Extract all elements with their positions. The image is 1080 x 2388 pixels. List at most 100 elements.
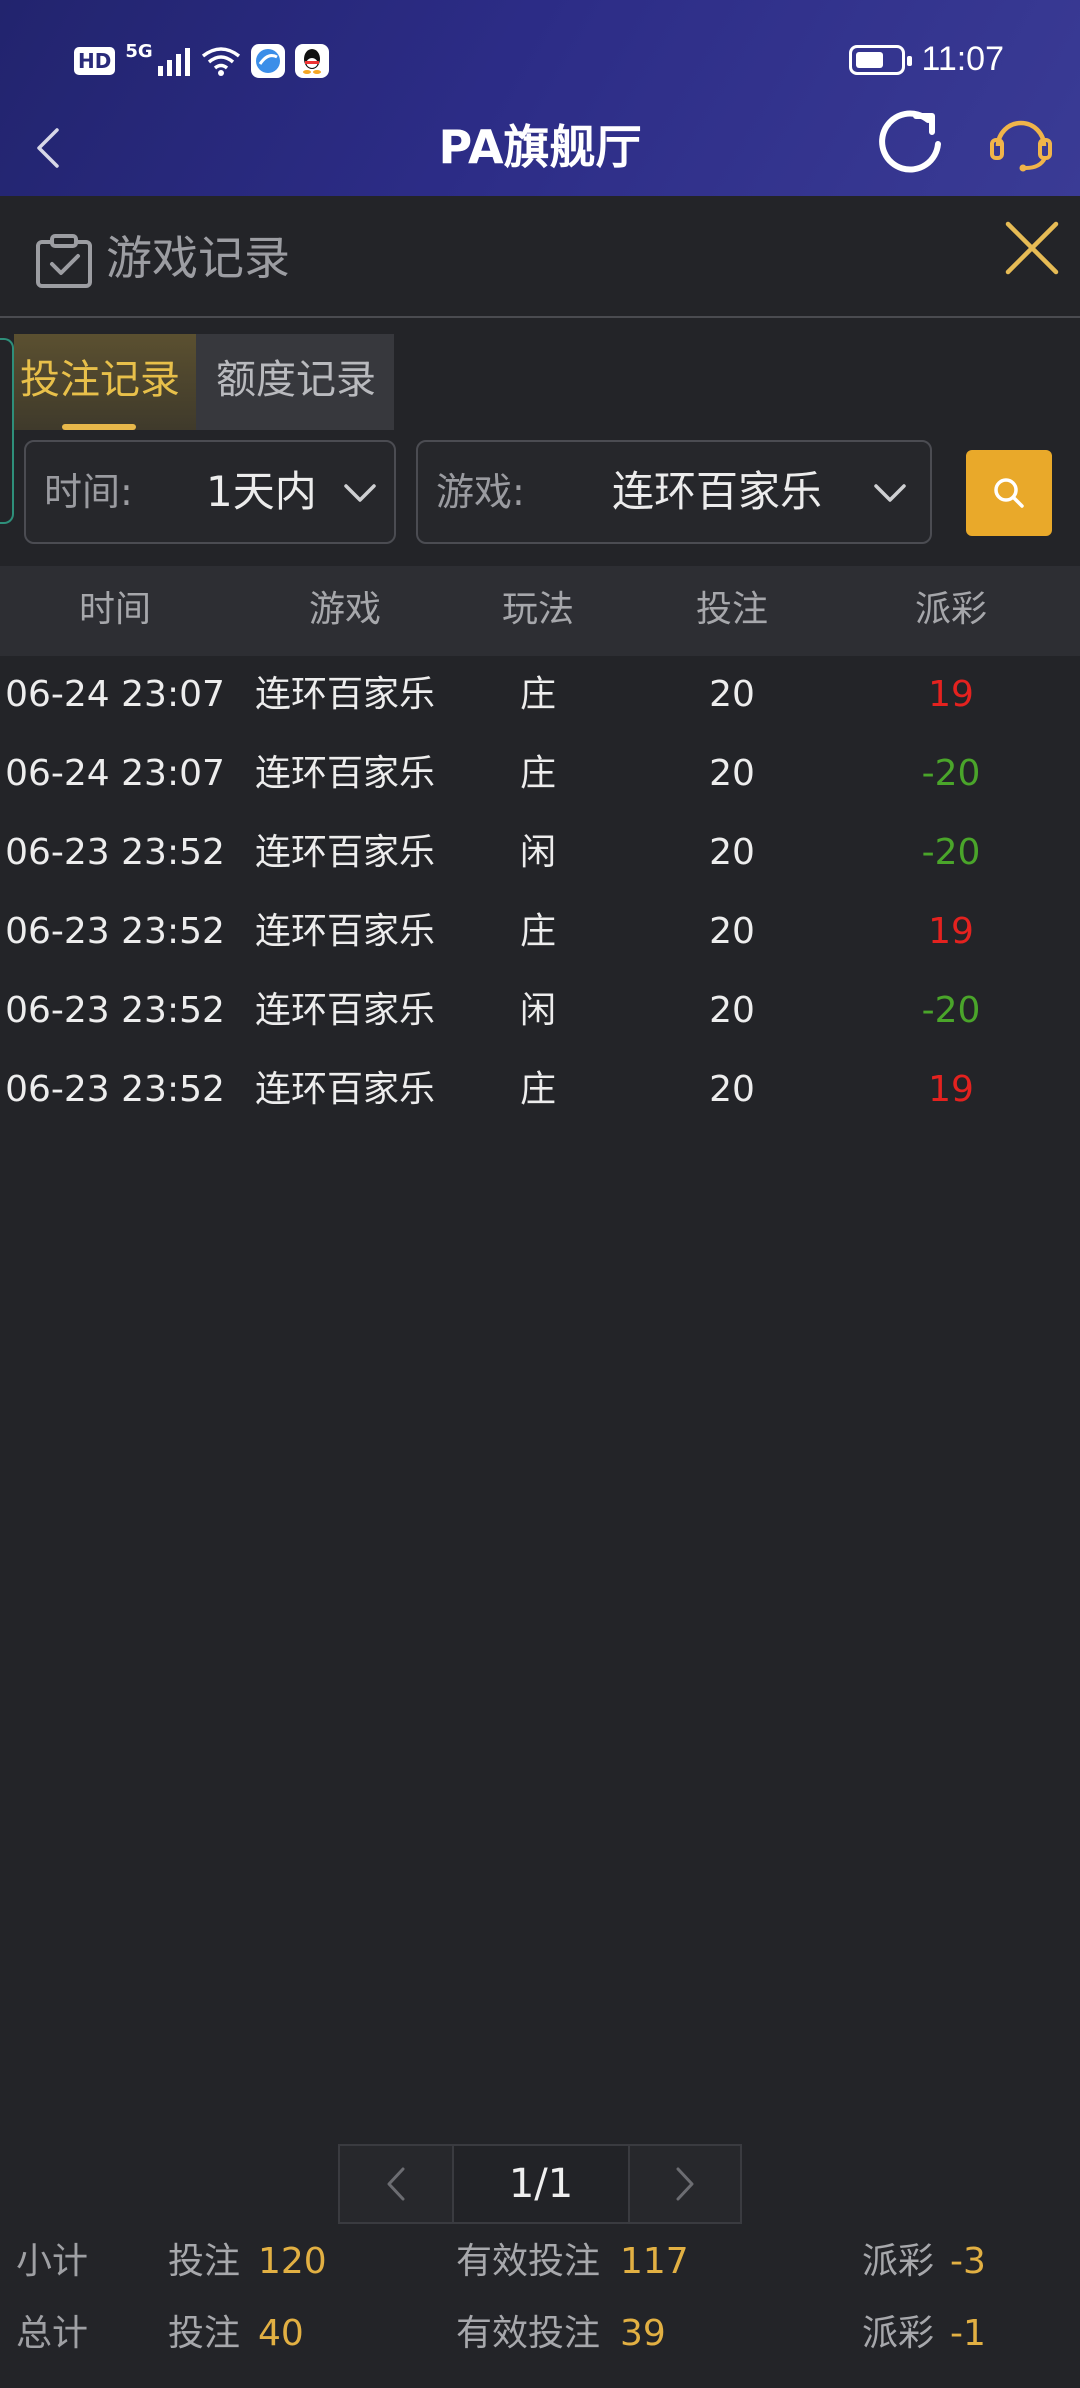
total-bet-value: 40 [258, 2313, 304, 2354]
cell-game: 连环百家乐 [254, 674, 435, 715]
cell-payout: -20 [921, 832, 981, 873]
cell-payout: -20 [921, 753, 981, 794]
column-header-bet: 投注 [695, 589, 768, 630]
refresh-button[interactable] [876, 106, 946, 178]
cell-game: 连环百家乐 [254, 1069, 435, 1110]
table-row: 06-24 23:07 连环百家乐 庄 20 -20 [0, 735, 1080, 814]
records-table-body: 06-24 23:07 连环百家乐 庄 20 19 06-24 23:07 连环… [0, 656, 1080, 1130]
subtotal-bet-value: 120 [258, 2241, 327, 2282]
customer-service-button[interactable] [988, 110, 1054, 174]
table-row: 06-23 23:52 连环百家乐 庄 20 19 [0, 893, 1080, 972]
cell-time: 06-23 23:52 [5, 911, 225, 952]
cell-bet: 20 [709, 990, 755, 1031]
tab-bet-records[interactable]: 投注记录 [14, 334, 196, 430]
close-button[interactable] [1000, 216, 1064, 280]
time-filter-select[interactable]: 时间: 1天内 [24, 440, 396, 544]
cell-payout: -20 [921, 990, 981, 1031]
cell-payout: 19 [928, 911, 974, 952]
subtotal-label: 小计 [16, 2241, 89, 2282]
cell-time: 06-24 23:07 [5, 753, 225, 794]
time-filter-label: 时间: [44, 470, 133, 514]
game-filter-label: 游戏: [436, 470, 525, 514]
refresh-icon [879, 110, 941, 173]
cell-play: 庄 [519, 674, 556, 715]
cell-play: 庄 [519, 753, 556, 794]
record-tabs: 投注记录 额度记录 [14, 334, 394, 430]
cell-bet: 20 [709, 832, 755, 873]
headset-icon [990, 120, 1052, 172]
cell-play: 闲 [519, 990, 556, 1031]
cell-game: 连环百家乐 [254, 990, 435, 1031]
subtotal-valid-value: 117 [620, 2241, 689, 2282]
total-payout-value: -1 [950, 2313, 986, 2354]
chevron-left-icon [387, 2167, 405, 2201]
total-row: 总计 投注 40 有效投注 39 派彩 -1 [0, 2298, 1080, 2370]
search-icon [994, 478, 1024, 508]
column-header-time: 时间 [78, 589, 151, 630]
chevron-down-icon [874, 484, 906, 502]
cell-bet: 20 [709, 753, 755, 794]
column-header-game: 游戏 [308, 589, 381, 630]
table-row: 06-23 23:52 连环百家乐 庄 20 19 [0, 1051, 1080, 1130]
total-valid-value: 39 [620, 2313, 666, 2354]
table-row: 06-23 23:52 连环百家乐 闲 20 -20 [0, 972, 1080, 1051]
total-payout-label: 派彩 [862, 2313, 935, 2354]
total-label: 总计 [16, 2313, 89, 2354]
cell-game: 连环百家乐 [254, 832, 435, 873]
search-button[interactable] [966, 450, 1052, 536]
cell-play: 庄 [519, 911, 556, 952]
section-header: 游戏记录 [0, 196, 1080, 318]
cell-game: 连环百家乐 [254, 911, 435, 952]
clipboard-check-icon [36, 234, 92, 288]
cell-time: 06-23 23:52 [5, 990, 225, 1031]
cell-bet: 20 [709, 911, 755, 952]
tab-credit-records[interactable]: 额度记录 [196, 334, 394, 430]
subtotal-valid-label: 有效投注 [456, 2241, 601, 2282]
subtotal-payout-value: -3 [950, 2241, 986, 2282]
battery-icon [849, 44, 913, 75]
total-bet-label: 投注 [168, 2313, 241, 2354]
table-row: 06-24 23:07 连环百家乐 庄 20 19 [0, 656, 1080, 735]
next-page-button[interactable] [628, 2144, 742, 2224]
subtotal-bet-label: 投注 [168, 2241, 241, 2282]
cell-bet: 20 [709, 674, 755, 715]
cell-play: 庄 [519, 1069, 556, 1110]
browser-app-icon [250, 44, 285, 78]
table-row: 06-23 23:52 连环百家乐 闲 20 -20 [0, 814, 1080, 893]
game-filter-value: 连环百家乐 [612, 467, 823, 516]
cell-time: 06-23 23:52 [5, 832, 225, 873]
side-drawer-handle[interactable] [0, 338, 14, 524]
table-header: 时间 游戏 玩法 投注 派彩 [0, 566, 1080, 656]
app-header: HD 5G 11:07 PA旗舰厅 [0, 0, 1080, 196]
signal-icon [157, 48, 190, 76]
time-filter-value: 1天内 [206, 467, 317, 516]
total-valid-label: 有效投注 [456, 2313, 601, 2354]
cell-time: 06-23 23:52 [5, 1069, 225, 1110]
clock: 11:07 [921, 40, 1004, 78]
close-icon [1005, 221, 1059, 275]
cell-time: 06-24 23:07 [5, 674, 225, 715]
battery-level [856, 51, 884, 68]
cell-bet: 20 [709, 1069, 755, 1110]
section-title: 游戏记录 [106, 231, 290, 285]
prev-page-button[interactable] [338, 2144, 454, 2224]
game-filter-select[interactable]: 游戏: 连环百家乐 [416, 440, 932, 544]
pagination: 1/1 [338, 2144, 742, 2224]
cell-game: 连环百家乐 [254, 753, 435, 794]
subtotal-payout-label: 派彩 [862, 2241, 935, 2282]
cell-payout: 19 [928, 674, 974, 715]
nav-bar: PA旗舰厅 [0, 100, 1080, 196]
totals-summary: 小计 投注 120 有效投注 117 派彩 -3 总计 投注 40 有效投注 3… [0, 2226, 1080, 2370]
chevron-down-icon [344, 484, 376, 502]
status-icons-right: 11:07 [849, 40, 1004, 79]
wifi-icon [201, 47, 240, 76]
cell-payout: 19 [928, 1069, 974, 1110]
page-indicator: 1/1 [454, 2144, 628, 2224]
column-header-play: 玩法 [501, 589, 574, 630]
network-type: 5G [125, 40, 153, 62]
hd-badge: HD [74, 47, 116, 75]
status-icons-left: HD 5G [74, 40, 329, 78]
column-header-payout: 派彩 [914, 589, 987, 630]
qq-app-icon [294, 44, 329, 78]
cell-play: 闲 [519, 832, 556, 873]
